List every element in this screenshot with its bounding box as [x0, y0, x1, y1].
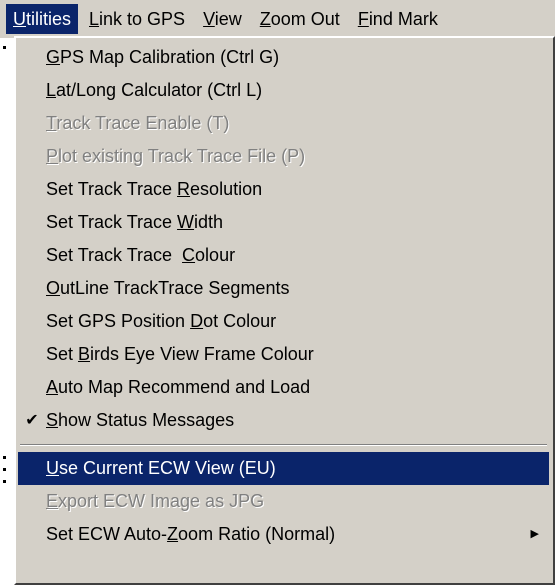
item-text-post: at/Long Calculator (Ctrl L) [56, 80, 263, 100]
item-accel: U [46, 458, 59, 478]
item-text-post: utLine TrackTrace Segments [60, 278, 290, 298]
item-text-pre: Set GPS Position [46, 311, 191, 331]
item-text-post: esolution [190, 179, 263, 199]
item-text-post: PS Map Calibration (Ctrl G) [60, 47, 280, 67]
item-text-post: how Status Messages [58, 410, 235, 430]
menu-item-outline-tracktrace-segments[interactable]: OutLine TrackTrace Segments [16, 272, 551, 305]
item-text-post: lot existing Track Trace File (P) [58, 146, 306, 166]
menu-utilities[interactable]: Utilities [6, 4, 79, 34]
check-icon: ✔ [25, 412, 39, 429]
item-accel: R [177, 179, 191, 199]
menu-item-plot-track-trace-file: Plot existing Track Trace File (P) [16, 140, 551, 173]
menu-link-to-gps-label: Link to GPS [89, 9, 186, 29]
item-text-post: idth [194, 212, 224, 232]
menu-item-track-trace-enable: Track Trace Enable (T) [16, 107, 551, 140]
menu-view-label: View [203, 9, 242, 29]
item-accel: D [190, 311, 204, 331]
menu-item-ecw-auto-zoom-ratio[interactable]: Set ECW Auto-Zoom Ratio (Normal) ▶ [16, 518, 551, 551]
item-text-post: ot Colour [203, 311, 277, 331]
item-accel: B [78, 344, 91, 364]
item-text-post: xport ECW Image as JPG [58, 491, 265, 511]
menu-item-gps-position-dot-colour[interactable]: Set GPS Position Dot Colour [16, 305, 551, 338]
menu-separator [20, 444, 547, 446]
backdrop-mark [3, 456, 6, 459]
menu-item-track-trace-width[interactable]: Set Track Trace Width [16, 206, 551, 239]
backdrop-mark [3, 46, 6, 49]
item-accel: S [46, 410, 59, 430]
item-accel: P [46, 146, 59, 166]
item-accel: O [46, 278, 61, 298]
backdrop-mark [3, 468, 6, 471]
item-text-pre: Set Track Trace [46, 212, 178, 232]
item-text-post: se Current ECW View (EU) [59, 458, 276, 478]
menu-zoom-out[interactable]: Zoom Out [253, 4, 347, 34]
menu-find-mark-prefix: F [357, 9, 369, 29]
item-accel: T [46, 113, 57, 133]
menu-link-to-gps[interactable]: Link to GPS [82, 4, 192, 34]
menu-find-mark[interactable]: Find Mark [351, 4, 445, 34]
menu-item-birds-eye-frame-colour[interactable]: Set Birds Eye View Frame Colour [16, 338, 551, 371]
item-accel: W [177, 212, 195, 232]
menu-view[interactable]: View [196, 4, 249, 34]
menu-utilities-label: Utilities [13, 9, 72, 29]
item-accel: E [46, 491, 59, 511]
menu-item-export-ecw-image: Export ECW Image as JPG [16, 485, 551, 518]
menu-item-auto-map-recommend[interactable]: Auto Map Recommend and Load [16, 371, 551, 404]
menu-item-gps-map-calibration[interactable]: GPS Map Calibration (Ctrl G) [16, 41, 551, 74]
backdrop-mark [3, 480, 6, 483]
menu-item-track-trace-resolution[interactable]: Set Track Trace Resolution [16, 173, 551, 206]
item-accel: G [46, 47, 61, 67]
menu-item-track-trace-colour[interactable]: Set Track Trace Colour [16, 239, 551, 272]
menu-item-lat-long-calculator[interactable]: Lat/Long Calculator (Ctrl L) [16, 74, 551, 107]
utilities-dropdown-menu: GPS Map Calibration (Ctrl G) Lat/Long Ca… [14, 36, 555, 585]
item-text-pre: Set Track Trace [46, 245, 183, 265]
item-accel: C [182, 245, 196, 265]
item-accel: L [46, 80, 57, 100]
menu-bar: Utilities Link to GPS View Zoom Out Find… [0, 0, 555, 38]
item-text-pre: Set Track Trace [46, 179, 178, 199]
menu-item-show-status-messages[interactable]: ✔ Show Status Messages [16, 404, 551, 437]
item-text-pre: Set [46, 344, 79, 364]
item-accel: A [46, 377, 59, 397]
item-text-pre: Set ECW Auto- [46, 524, 168, 544]
item-text-post: uto Map Recommend and Load [58, 377, 311, 397]
item-text-post: irds Eye View Frame Colour [90, 344, 314, 364]
item-accel: Z [167, 524, 179, 544]
menu-find-mark-label: Find Mark [358, 9, 438, 29]
submenu-arrow-icon: ▶ [530, 528, 539, 540]
menu-item-use-current-ecw-view[interactable]: Use Current ECW View (EU) [18, 452, 549, 485]
menu-zoom-out-label: Zoom Out [259, 9, 340, 29]
item-text-post: oom Ratio (Normal) [178, 524, 336, 544]
item-text-post: rack Trace Enable (T) [56, 113, 230, 133]
menu-find-mark-rest: ind Mark [368, 9, 438, 29]
item-text-post: olour [195, 245, 236, 265]
